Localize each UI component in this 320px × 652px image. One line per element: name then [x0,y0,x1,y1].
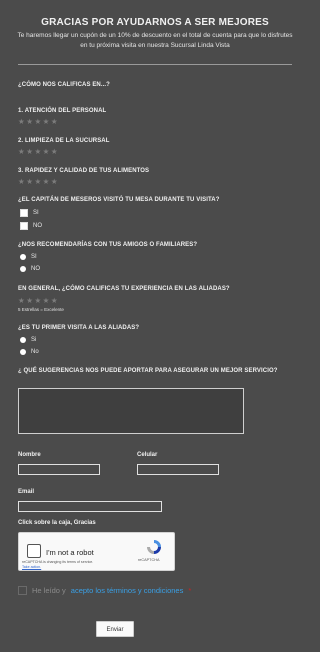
nombre-label: Nombre [18,452,41,458]
rating-stars-overall[interactable]: ★★★★★ [18,296,59,305]
checkbox-captain-no[interactable]: NO [20,222,42,230]
option-label: NO [33,223,42,229]
question-recommend: ¿NOS RECOMENDARÍAS CON TUS AMIGOS O FAMI… [18,242,198,248]
rating-stars-staff[interactable]: ★★★★★ [18,117,59,126]
suggestions-textarea[interactable] [18,388,244,434]
radio-recommend-no[interactable]: NO [20,266,40,272]
radio-button[interactable] [20,337,26,343]
question-captain: ¿EL CAPITÁN DE MESEROS VISITÓ TU MESA DU… [18,197,220,203]
terms-text: He leído y [32,586,66,595]
celular-input[interactable] [137,464,219,475]
rating-stars-cleanliness[interactable]: ★★★★★ [18,147,59,156]
radio-button[interactable] [20,349,26,355]
question-overall: EN GENERAL, ¿CÓMO CALIFICAS TU EXPERIENC… [18,286,230,292]
question-cleanliness: 2. LIMPIEZA DE LA SUCURSAL [18,138,110,144]
radio-first-visit-no[interactable]: No [20,349,39,355]
divider [18,64,292,65]
radio-button[interactable] [20,266,26,272]
recaptcha-brand: reCAPTCHA [138,558,160,562]
email-input[interactable] [18,501,162,512]
radio-recommend-si[interactable]: SI [20,254,37,260]
recaptcha-checkbox[interactable] [27,544,41,558]
question-speed: 3. RAPIDEZ Y CALIDAD DE TUS ALIMENTOS [18,168,150,174]
terms-link[interactable]: acepto los términos y condiciones [71,586,184,595]
recaptcha-take-action-link[interactable]: Take action. [22,565,41,569]
recaptcha-icon [147,540,161,554]
checkbox-captain-si[interactable]: SI [20,209,39,217]
submit-button[interactable]: Enviar [96,621,134,637]
radio-first-visit-si[interactable]: Si [20,337,36,343]
recaptcha-notice-text: reCAPTCHA is changing its terms of servi… [22,560,94,564]
page-subtitle: Te haremos llegar un cupón de un 10% de … [17,32,293,49]
captcha-prompt: Click sobre la caja, Gracias [18,520,96,526]
rating-stars-speed[interactable]: ★★★★★ [18,177,59,186]
rating-note: 5 Estrellas = Excelente [18,307,64,312]
celular-label: Celular [137,452,158,458]
option-label: NO [31,266,40,272]
checkbox[interactable] [20,222,28,230]
checkbox[interactable] [20,209,28,217]
question-suggestions: ¿ QUÉ SUGERENCIAS NOS PUEDE APORTAR PARA… [18,368,278,374]
recaptcha-widget: I'm not a robot reCAPTCHA is changing it… [18,532,175,571]
page-title: GRACIAS POR AYUDARNOS A SER MEJORES [41,17,269,28]
radio-button[interactable] [20,254,26,260]
survey-page: GRACIAS POR AYUDARNOS A SER MEJORES Te h… [0,0,310,652]
required-asterisk: * [188,586,192,595]
option-label: SI [33,210,39,216]
question-staff: 1. ATENCIÓN DEL PERSONAL [18,108,107,114]
terms-checkbox[interactable] [18,586,27,595]
option-label: No [31,349,39,355]
option-label: SI [31,254,37,260]
email-label: Email [18,489,35,495]
terms-row: He leído y acepto los términos y condici… [18,586,191,595]
recaptcha-label: I'm not a robot [46,548,94,557]
rating-intro: ¿CÓMO NOS CALIFICAS EN...? [18,82,110,88]
option-label: Si [31,337,37,343]
nombre-input[interactable] [18,464,100,475]
question-first-visit: ¿ES TU PRIMER VISITA A LAS ALIADAS? [18,325,140,331]
recaptcha-notice: reCAPTCHA is changing its terms of servi… [22,560,93,569]
